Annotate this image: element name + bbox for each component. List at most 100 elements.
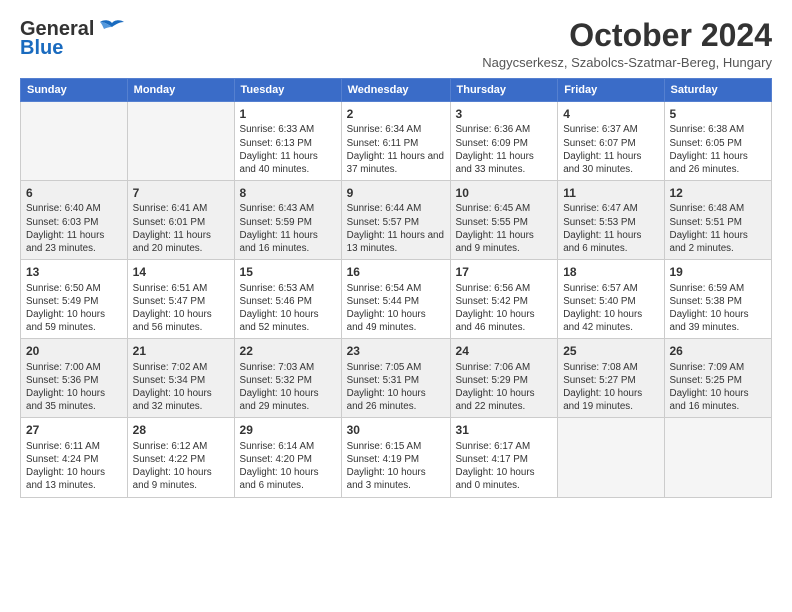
day-number: 30 — [347, 422, 445, 438]
day-number: 20 — [26, 343, 122, 359]
day-info: Sunrise: 6:47 AM Sunset: 5:53 PM Dayligh… — [563, 202, 658, 255]
col-tuesday: Tuesday — [234, 79, 341, 102]
calendar-cell — [127, 102, 234, 181]
day-number: 23 — [347, 343, 445, 359]
calendar-cell: 21 Sunrise: 7:02 AM Sunset: 5:34 PM Dayli… — [127, 339, 234, 418]
day-number: 10 — [456, 185, 553, 201]
day-info: Sunrise: 7:09 AM Sunset: 5:25 PM Dayligh… — [670, 361, 767, 414]
calendar-body: 1Sunrise: 6:33 AM Sunset: 6:13 PM Daylig… — [21, 102, 772, 497]
day-info: Sunrise: 6:37 AM Sunset: 6:07 PM Dayligh… — [563, 123, 658, 176]
day-info: Sunrise: 6:48 AM Sunset: 5:51 PM Dayligh… — [670, 202, 767, 255]
calendar-cell: 16 Sunrise: 6:54 AM Sunset: 5:44 PM Dayli… — [341, 260, 450, 339]
calendar-week-1: 1Sunrise: 6:33 AM Sunset: 6:13 PM Daylig… — [21, 102, 772, 181]
day-info: Sunrise: 6:50 AM Sunset: 5:49 PM Dayligh… — [26, 282, 122, 335]
day-number: 5 — [670, 106, 767, 122]
col-wednesday: Wednesday — [341, 79, 450, 102]
col-saturday: Saturday — [664, 79, 772, 102]
calendar-cell: 8Sunrise: 6:43 AM Sunset: 5:59 PM Daylig… — [234, 181, 341, 260]
day-number: 28 — [133, 422, 229, 438]
day-number: 11 — [563, 185, 658, 201]
calendar-cell: 4Sunrise: 6:37 AM Sunset: 6:07 PM Daylig… — [558, 102, 664, 181]
day-info: Sunrise: 7:03 AM Sunset: 5:32 PM Dayligh… — [240, 361, 336, 414]
day-info: Sunrise: 7:00 AM Sunset: 5:36 PM Dayligh… — [26, 361, 122, 414]
header-row: General Blue October 2024 Nagycserkesz, … — [20, 18, 772, 70]
day-number: 12 — [670, 185, 767, 201]
day-info: Sunrise: 7:05 AM Sunset: 5:31 PM Dayligh… — [347, 361, 445, 414]
calendar-cell: 7Sunrise: 6:41 AM Sunset: 6:01 PM Daylig… — [127, 181, 234, 260]
day-info: Sunrise: 6:34 AM Sunset: 6:11 PM Dayligh… — [347, 123, 445, 176]
day-number: 2 — [347, 106, 445, 122]
day-info: Sunrise: 6:57 AM Sunset: 5:40 PM Dayligh… — [563, 282, 658, 335]
day-number: 24 — [456, 343, 553, 359]
calendar-cell: 31 Sunrise: 6:17 AM Sunset: 4:17 PM Dayli… — [450, 418, 558, 497]
day-number: 15 — [240, 264, 336, 280]
col-thursday: Thursday — [450, 79, 558, 102]
location-subtitle: Nagycserkesz, Szabolcs-Szatmar-Bereg, Hu… — [482, 55, 772, 70]
logo-bird-icon — [98, 19, 126, 41]
logo: General Blue — [20, 18, 126, 60]
day-info: Sunrise: 6:38 AM Sunset: 6:05 PM Dayligh… — [670, 123, 767, 176]
day-number: 22 — [240, 343, 336, 359]
logo-blue: Blue — [20, 37, 63, 60]
calendar-cell: 3Sunrise: 6:36 AM Sunset: 6:09 PM Daylig… — [450, 102, 558, 181]
calendar-cell: 22 Sunrise: 7:03 AM Sunset: 5:32 PM Dayli… — [234, 339, 341, 418]
calendar-cell: 9Sunrise: 6:44 AM Sunset: 5:57 PM Daylig… — [341, 181, 450, 260]
day-info: Sunrise: 6:54 AM Sunset: 5:44 PM Dayligh… — [347, 282, 445, 335]
day-number: 26 — [670, 343, 767, 359]
calendar-cell: 27Sunrise: 6:11 AM Sunset: 4:24 PM Dayli… — [21, 418, 128, 497]
calendar-cell — [21, 102, 128, 181]
day-number: 29 — [240, 422, 336, 438]
calendar-cell: 19 Sunrise: 6:59 AM Sunset: 5:38 PM Dayli… — [664, 260, 772, 339]
day-number: 8 — [240, 185, 336, 201]
calendar-cell: 15 Sunrise: 6:53 AM Sunset: 5:46 PM Dayli… — [234, 260, 341, 339]
calendar-cell: 20 Sunrise: 7:00 AM Sunset: 5:36 PM Dayli… — [21, 339, 128, 418]
day-info: Sunrise: 6:40 AM Sunset: 6:03 PM Dayligh… — [26, 202, 122, 255]
calendar-cell: 6Sunrise: 6:40 AM Sunset: 6:03 PM Daylig… — [21, 181, 128, 260]
day-info: Sunrise: 6:36 AM Sunset: 6:09 PM Dayligh… — [456, 123, 553, 176]
calendar-cell: 28Sunrise: 6:12 AM Sunset: 4:22 PM Dayli… — [127, 418, 234, 497]
calendar-week-5: 27Sunrise: 6:11 AM Sunset: 4:24 PM Dayli… — [21, 418, 772, 497]
calendar-cell: 17Sunrise: 6:56 AM Sunset: 5:42 PM Dayli… — [450, 260, 558, 339]
calendar-cell: 18Sunrise: 6:57 AM Sunset: 5:40 PM Dayli… — [558, 260, 664, 339]
calendar-cell: 14 Sunrise: 6:51 AM Sunset: 5:47 PM Dayli… — [127, 260, 234, 339]
page: General Blue October 2024 Nagycserkesz, … — [0, 0, 792, 508]
day-number: 14 — [133, 264, 229, 280]
calendar-table: Sunday Monday Tuesday Wednesday Thursday… — [20, 78, 772, 497]
day-number: 31 — [456, 422, 553, 438]
day-info: Sunrise: 6:59 AM Sunset: 5:38 PM Dayligh… — [670, 282, 767, 335]
calendar-header-row: Sunday Monday Tuesday Wednesday Thursday… — [21, 79, 772, 102]
calendar-week-3: 13 Sunrise: 6:50 AM Sunset: 5:49 PM Dayli… — [21, 260, 772, 339]
calendar-cell: 13 Sunrise: 6:50 AM Sunset: 5:49 PM Dayli… — [21, 260, 128, 339]
month-title: October 2024 — [482, 18, 772, 53]
day-info: Sunrise: 7:02 AM Sunset: 5:34 PM Dayligh… — [133, 361, 229, 414]
day-number: 3 — [456, 106, 553, 122]
day-number: 16 — [347, 264, 445, 280]
day-info: Sunrise: 6:14 AM Sunset: 4:20 PM Dayligh… — [240, 440, 336, 493]
day-info: Sunrise: 6:41 AM Sunset: 6:01 PM Dayligh… — [133, 202, 229, 255]
day-info: Sunrise: 7:08 AM Sunset: 5:27 PM Dayligh… — [563, 361, 658, 414]
col-friday: Friday — [558, 79, 664, 102]
calendar-cell: 30 Sunrise: 6:15 AM Sunset: 4:19 PM Dayli… — [341, 418, 450, 497]
day-number: 6 — [26, 185, 122, 201]
day-info: Sunrise: 6:43 AM Sunset: 5:59 PM Dayligh… — [240, 202, 336, 255]
day-info: Sunrise: 6:15 AM Sunset: 4:19 PM Dayligh… — [347, 440, 445, 493]
col-monday: Monday — [127, 79, 234, 102]
day-number: 7 — [133, 185, 229, 201]
calendar-cell: 1Sunrise: 6:33 AM Sunset: 6:13 PM Daylig… — [234, 102, 341, 181]
calendar-cell: 12Sunrise: 6:48 AM Sunset: 5:51 PM Dayli… — [664, 181, 772, 260]
day-info: Sunrise: 6:44 AM Sunset: 5:57 PM Dayligh… — [347, 202, 445, 255]
calendar-cell: 24 Sunrise: 7:06 AM Sunset: 5:29 PM Dayli… — [450, 339, 558, 418]
day-info: Sunrise: 6:53 AM Sunset: 5:46 PM Dayligh… — [240, 282, 336, 335]
day-number: 13 — [26, 264, 122, 280]
day-number: 27 — [26, 422, 122, 438]
title-block: October 2024 Nagycserkesz, Szabolcs-Szat… — [482, 18, 772, 70]
day-info: Sunrise: 6:56 AM Sunset: 5:42 PM Dayligh… — [456, 282, 553, 335]
day-number: 9 — [347, 185, 445, 201]
day-info: Sunrise: 6:45 AM Sunset: 5:55 PM Dayligh… — [456, 202, 553, 255]
day-number: 25 — [563, 343, 658, 359]
day-info: Sunrise: 6:17 AM Sunset: 4:17 PM Dayligh… — [456, 440, 553, 493]
day-info: Sunrise: 7:06 AM Sunset: 5:29 PM Dayligh… — [456, 361, 553, 414]
day-info: Sunrise: 6:51 AM Sunset: 5:47 PM Dayligh… — [133, 282, 229, 335]
day-number: 21 — [133, 343, 229, 359]
day-number: 19 — [670, 264, 767, 280]
